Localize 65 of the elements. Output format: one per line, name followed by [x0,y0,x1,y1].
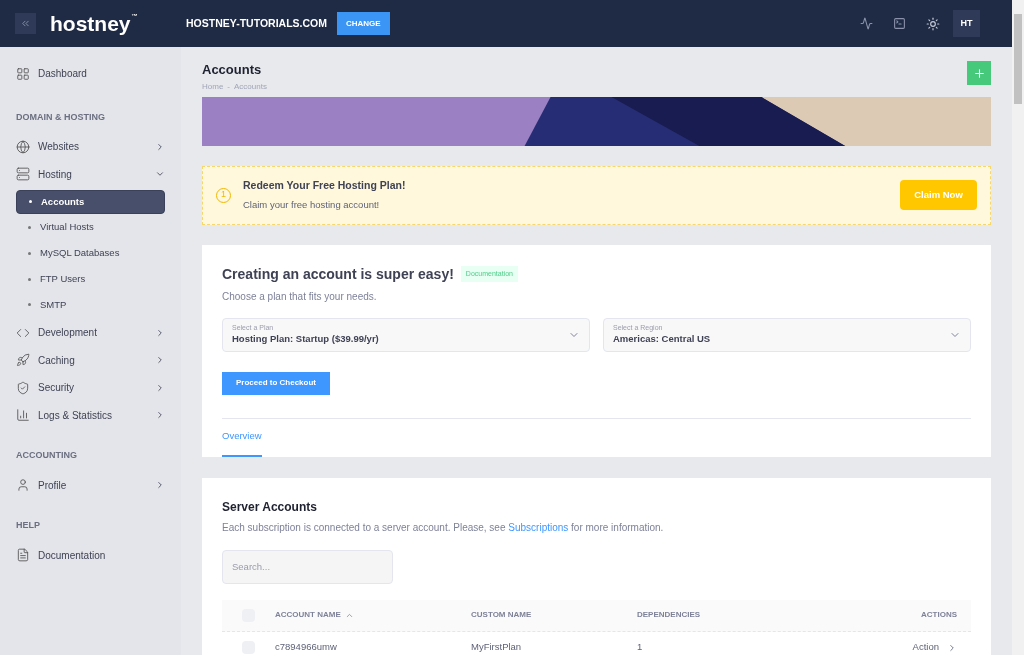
chevron-right-icon [155,480,165,491]
pulse-icon[interactable] [860,17,873,30]
terminal-icon[interactable] [893,17,906,30]
sidebar-item[interactable]: Dashboard [16,60,165,88]
column-header[interactable]: CUSTOM NAME [471,609,637,621]
breadcrumb-separator: - [227,80,230,93]
column-header[interactable]: ACTIONS [921,609,971,621]
sidebar-item[interactable]: Websites [16,133,165,161]
breadcrumb-current: Accounts [234,80,267,93]
card-description: Each subscription is connected to a server account. Please, see Subscriptions for more information. [222,520,665,535]
plus-icon [972,66,986,80]
bullet-icon [28,303,31,307]
bullet-icon [28,251,31,255]
sidebar-item[interactable]: Caching [16,346,165,374]
sidebar-subitem[interactable]: MySQL Databases [16,241,165,266]
bullet-icon [29,200,32,204]
scrollbar[interactable] [1012,0,1024,655]
section-heading: DOMAIN & HOSTING [16,111,105,122]
rocket-icon [16,353,30,368]
page-title: Accounts [202,61,263,79]
sidebar-item[interactable]: Logs & Statistics [16,401,165,429]
sidebar-subitem[interactable]: Accounts [16,189,165,214]
sidebar-item[interactable]: Development [16,318,165,347]
table-cell-text: MyFirstPlan [471,640,523,655]
bar-chart-icon [16,408,30,423]
user-icon [16,478,30,493]
chevron-right-icon [155,355,165,366]
sidebar-subitem[interactable]: FTP Users [16,267,165,292]
table-cell-text: 1 [637,640,644,655]
sidebar-subitem[interactable]: Virtual Hosts [16,215,165,240]
bullet-icon [28,277,31,281]
avatar-button[interactable]: HT [953,10,980,37]
collapse-button[interactable] [15,13,36,34]
chevron-right-icon [947,642,957,653]
shield-icon [16,380,30,395]
action-button[interactable]: Action [912,640,971,655]
globe-icon [16,139,30,154]
bullet-icon [28,226,31,230]
notice-text: Claim your free hosting account! [243,197,381,212]
section-heading: HELP [16,519,40,530]
notice-title: Redeem Your Free Hosting Plan! [243,178,407,193]
double-chevron-icon [20,18,31,29]
card-title: Creating an account is super easy! [222,264,454,284]
sidebar-item[interactable]: Security [16,373,165,402]
table-cell-text: c7894966umw [275,640,338,655]
sidebar-item[interactable]: Documentation [16,541,165,569]
chevron-right-icon [155,141,165,152]
section-heading: ACCOUNTING [16,449,77,460]
chevron-right-icon [155,327,165,338]
sidebar-subitem[interactable]: SMTP [16,293,165,317]
grid-icon [16,66,30,81]
add-button[interactable] [967,61,991,85]
server-icon [16,167,30,182]
card-subtitle: Choose a plan that fits your needs. [222,289,378,304]
sidebar-item[interactable]: Profile [16,471,165,499]
sidebar-item[interactable]: Hosting [16,160,165,188]
card-title: Server Accounts [222,498,318,516]
sun-icon[interactable] [926,16,940,31]
chevron-right-icon [155,410,165,421]
column-header[interactable]: ACCOUNT NAME [275,609,471,621]
chevron-right-icon [155,382,165,393]
column-header[interactable]: DEPENDENCIES [637,609,921,621]
search-field[interactable]: Search... [222,549,393,584]
document-icon [16,548,30,563]
domain-name: HOSTNEY-TUTORIALS.COM [186,15,327,31]
